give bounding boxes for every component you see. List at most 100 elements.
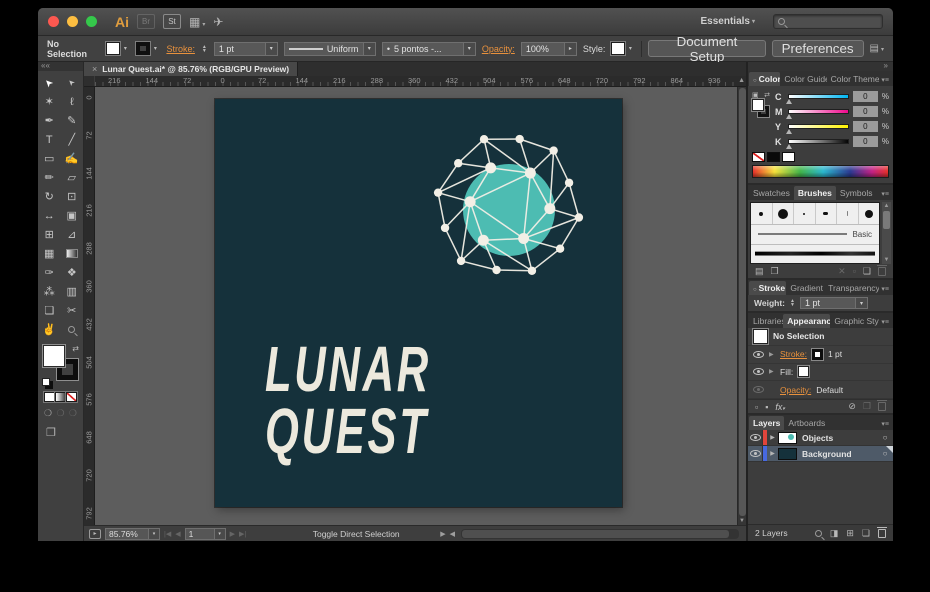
brush-item[interactable]	[816, 203, 838, 224]
appearance-stroke-row[interactable]: ▶ Stroke: 1 pt	[748, 346, 893, 364]
fill-color-well[interactable]	[43, 345, 65, 367]
expand-icon[interactable]: ▶	[769, 368, 775, 375]
curvature-tool[interactable]: ✎	[61, 111, 84, 130]
locate-object-icon[interactable]	[815, 530, 822, 537]
artboard-number-dropdown[interactable]: 1 ▾	[185, 528, 226, 540]
chevron-down-icon[interactable]: ▾	[266, 42, 278, 56]
none-swatch[interactable]	[752, 152, 765, 162]
brush-options-icon[interactable]: ▫	[853, 266, 856, 276]
new-layer-icon[interactable]: ❏	[862, 528, 870, 539]
bridge-icon[interactable]: Br	[137, 14, 155, 29]
chevron-down-icon[interactable]: ▾	[625, 42, 635, 55]
blend-tool[interactable]: ❖	[61, 263, 84, 282]
libraries-panel-icon[interactable]: ❐	[771, 266, 779, 277]
tab-brushes[interactable]: Brushes	[794, 186, 836, 200]
add-new-stroke-icon[interactable]: ▫	[755, 402, 758, 412]
fill-proxy-swatch[interactable]	[752, 99, 764, 111]
delete-brush-icon[interactable]	[878, 267, 886, 276]
first-artboard-icon[interactable]: |◀	[164, 530, 171, 538]
collapse-tools-icon[interactable]: ««	[38, 62, 83, 71]
fill-stroke-control[interactable]: ⇄	[42, 344, 79, 386]
chevron-down-icon[interactable]: ▾	[856, 297, 868, 309]
symbol-sprayer-tool[interactable]: ⁂	[38, 282, 61, 301]
gradient-tool[interactable]	[61, 244, 84, 263]
fill-color-swatch[interactable]	[798, 366, 809, 377]
free-transform-tool[interactable]: ▣	[61, 206, 84, 225]
expand-icon[interactable]: ▶	[769, 351, 775, 358]
zoom-window-button[interactable]	[86, 16, 97, 27]
slider-thumb[interactable]	[786, 99, 792, 104]
tab-color[interactable]: ○Color	[749, 72, 780, 86]
scroll-down-icon[interactable]: ▼	[884, 256, 890, 264]
chevron-down-icon[interactable]: ▾	[464, 42, 476, 56]
delete-item-icon[interactable]	[878, 402, 886, 411]
ruler-origin-corner[interactable]	[84, 76, 95, 87]
tab-artboards[interactable]: Artboards	[784, 416, 829, 430]
gradient-mode-button[interactable]	[55, 392, 66, 402]
visibility-eye-icon[interactable]	[753, 386, 764, 393]
expand-icon[interactable]: ▶	[767, 434, 778, 441]
preferences-button[interactable]: Preferences	[772, 40, 864, 57]
perspective-grid-tool[interactable]: ⊿	[61, 225, 84, 244]
layer-visibility-cell[interactable]	[748, 446, 763, 461]
stroke-swatch[interactable]	[136, 42, 150, 55]
artboard[interactable]: LUNAR QUEST	[215, 99, 622, 507]
visibility-eye-icon[interactable]	[753, 368, 764, 375]
arrange-documents-icon[interactable]: ▦▾	[189, 16, 205, 28]
next-artboard-icon[interactable]: ▶	[230, 530, 235, 538]
gpu-performance-icon[interactable]: ✈	[213, 16, 223, 28]
add-effect-icon[interactable]: fx▾	[775, 402, 785, 412]
brush-item[interactable]	[859, 203, 880, 224]
shaper-tool[interactable]: ✏	[38, 168, 61, 187]
lasso-tool[interactable]: ℓ	[61, 92, 84, 111]
close-window-button[interactable]	[48, 16, 59, 27]
brush-item[interactable]	[837, 203, 859, 224]
appearance-opacity-row[interactable]: Opacity: Default	[748, 381, 893, 399]
layer-name[interactable]: Background	[802, 449, 877, 459]
tab-libraries[interactable]: Libraries	[749, 314, 783, 328]
remove-brush-stroke-icon[interactable]: ✕	[838, 266, 846, 277]
stroke-link[interactable]: Stroke:	[780, 349, 807, 359]
weight-stepper[interactable]: ▲▼	[789, 299, 796, 307]
cyan-slider[interactable]	[788, 94, 849, 99]
zoom-level-dropdown[interactable]: 85.76% ▾	[105, 528, 160, 540]
brush-item[interactable]	[773, 203, 795, 224]
tab-layers[interactable]: Layers	[749, 416, 784, 430]
vertical-ruler[interactable]: 072144216288360432504576648720792	[84, 87, 95, 525]
expand-icon[interactable]: ▶	[767, 450, 778, 457]
scroll-down-icon[interactable]: ▼	[739, 517, 745, 525]
vertical-scrollbar-thumb[interactable]	[739, 88, 746, 516]
eraser-tool[interactable]: ▱	[61, 168, 84, 187]
last-artboard-icon[interactable]: ▶|	[239, 530, 246, 538]
opacity-link[interactable]: Opacity:	[780, 385, 811, 395]
scroll-up-icon[interactable]: ▲	[738, 77, 745, 84]
opacity-value[interactable]: 100%	[521, 42, 565, 56]
tab-color-themes[interactable]: Color Themes	[827, 72, 880, 86]
vertical-scrollbar[interactable]: ▼	[737, 87, 746, 525]
magenta-value[interactable]: 0	[853, 106, 878, 117]
minimize-window-button[interactable]	[67, 16, 78, 27]
black-value[interactable]: 0	[853, 136, 878, 147]
column-graph-tool[interactable]: ▥	[61, 282, 84, 301]
tab-appearance[interactable]: Appearance	[783, 314, 830, 328]
draw-normal-button[interactable]: ❍	[44, 408, 52, 419]
draw-inside-button[interactable]: ❍	[69, 408, 77, 419]
width-profile-dropdown[interactable]: Uniform ▾	[284, 42, 376, 56]
panel-menu-icon[interactable]: ▾≡	[879, 285, 893, 295]
scroll-up-icon[interactable]: ▲	[884, 202, 890, 210]
scrollbar-thumb[interactable]	[883, 211, 890, 229]
brush-libraries-icon[interactable]: ▤	[755, 266, 764, 277]
swap-fill-stroke-icon[interactable]: ⇄	[72, 344, 79, 353]
draw-behind-button[interactable]: ❍	[56, 408, 64, 419]
make-clipping-mask-icon[interactable]: ◨	[830, 528, 839, 539]
new-sublayer-icon[interactable]: ⊞	[846, 528, 854, 539]
width-tool[interactable]: ↔	[38, 206, 61, 225]
mesh-tool[interactable]: ▦	[38, 244, 61, 263]
search-input[interactable]	[789, 17, 871, 27]
chevron-down-icon[interactable]: ▾	[364, 42, 376, 56]
tab-symbols[interactable]: Symbols	[836, 186, 877, 200]
layer-visibility-cell[interactable]	[748, 430, 763, 445]
collapse-dock-icon[interactable]: »	[748, 62, 893, 71]
color-spectrum-bar[interactable]	[752, 165, 889, 178]
black-swatch[interactable]	[767, 152, 780, 162]
